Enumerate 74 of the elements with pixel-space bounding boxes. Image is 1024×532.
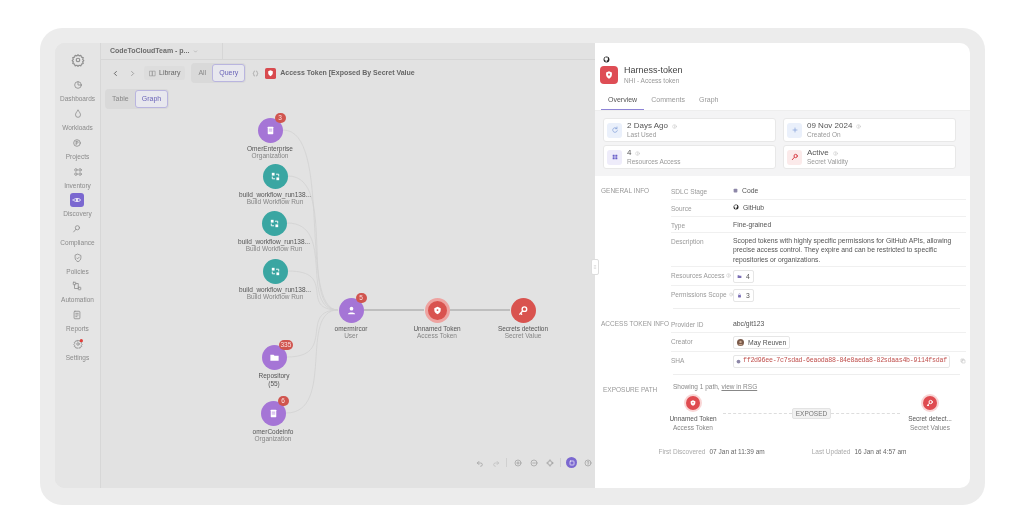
canvas-tool-button[interactable] bbox=[528, 457, 539, 468]
caret-icon bbox=[193, 48, 199, 54]
zoom-in-icon bbox=[513, 458, 522, 467]
nodes-icon bbox=[72, 281, 83, 292]
info-icon bbox=[728, 292, 733, 298]
workflow-icon bbox=[269, 265, 281, 277]
graph-node[interactable] bbox=[262, 258, 288, 284]
lock-icon bbox=[737, 293, 742, 298]
grid-icon bbox=[72, 166, 83, 177]
edge-line bbox=[363, 309, 425, 311]
detail-title: Harness-token bbox=[624, 64, 683, 76]
path-node[interactable] bbox=[923, 395, 937, 410]
canvas-tool-button[interactable] bbox=[512, 457, 523, 468]
graph-node[interactable] bbox=[260, 400, 286, 426]
chevron-left-icon bbox=[112, 69, 119, 77]
graph-node[interactable] bbox=[262, 163, 288, 189]
circle-icon bbox=[72, 137, 83, 148]
workflow-icon bbox=[268, 217, 280, 229]
edge-line bbox=[449, 309, 511, 311]
stat-value: 09 Nov 2024 bbox=[807, 122, 853, 131]
help-icon bbox=[583, 458, 592, 467]
shield-badge-icon bbox=[265, 67, 277, 79]
shield-icon bbox=[431, 304, 443, 316]
braces-icon bbox=[252, 69, 260, 77]
redo-icon bbox=[491, 458, 500, 467]
info-icon bbox=[856, 123, 862, 129]
info-icon bbox=[671, 123, 677, 129]
graph-node[interactable] bbox=[257, 117, 283, 143]
info-icon bbox=[726, 273, 732, 279]
grid-icon bbox=[610, 153, 619, 161]
info-icon bbox=[635, 150, 641, 156]
stat-value: 4 bbox=[627, 149, 632, 158]
key-icon bbox=[517, 304, 529, 316]
path-node[interactable] bbox=[686, 395, 700, 410]
drop-icon bbox=[72, 109, 83, 120]
github-icon bbox=[603, 56, 610, 64]
logo-icon bbox=[70, 53, 85, 67]
crosshair-icon bbox=[545, 458, 554, 467]
gear-icon bbox=[72, 338, 83, 349]
sidebar-item[interactable] bbox=[70, 193, 85, 208]
stat-value: Active bbox=[807, 149, 829, 158]
shield-icon bbox=[689, 398, 697, 407]
resize-handle[interactable] bbox=[591, 259, 599, 275]
chevron-right-icon bbox=[129, 69, 136, 77]
stat-value: 2 Days Ago bbox=[627, 122, 668, 131]
refresh-icon bbox=[610, 126, 619, 134]
frame-icon bbox=[567, 458, 576, 467]
graph-node[interactable] bbox=[424, 297, 450, 323]
avatar-icon bbox=[737, 338, 744, 346]
shield-icon bbox=[604, 70, 614, 80]
key-icon bbox=[790, 153, 799, 161]
document-icon bbox=[72, 309, 83, 320]
workflow-icon bbox=[269, 170, 281, 182]
magnifier-icon bbox=[72, 223, 83, 234]
info-icon bbox=[832, 150, 838, 156]
canvas-tool-button[interactable] bbox=[582, 457, 593, 468]
user-icon bbox=[345, 304, 357, 316]
book-icon bbox=[149, 69, 156, 77]
undo-icon bbox=[475, 458, 484, 467]
shield-icon bbox=[72, 252, 83, 263]
github-icon bbox=[733, 204, 739, 211]
sidebar-item[interactable] bbox=[70, 336, 85, 351]
folder-icon bbox=[737, 273, 742, 279]
graph-node[interactable] bbox=[338, 297, 364, 323]
zoom-out-icon bbox=[529, 458, 538, 467]
key-icon bbox=[926, 398, 934, 407]
plus-icon bbox=[790, 126, 799, 134]
graph-node[interactable] bbox=[510, 297, 536, 323]
graph-node[interactable] bbox=[261, 210, 287, 236]
pie-chart-icon bbox=[72, 80, 83, 91]
stage-icon bbox=[733, 188, 738, 194]
canvas-tool-button[interactable] bbox=[544, 457, 555, 468]
copy-icon bbox=[960, 358, 966, 365]
canvas-tool-button[interactable] bbox=[566, 457, 577, 468]
